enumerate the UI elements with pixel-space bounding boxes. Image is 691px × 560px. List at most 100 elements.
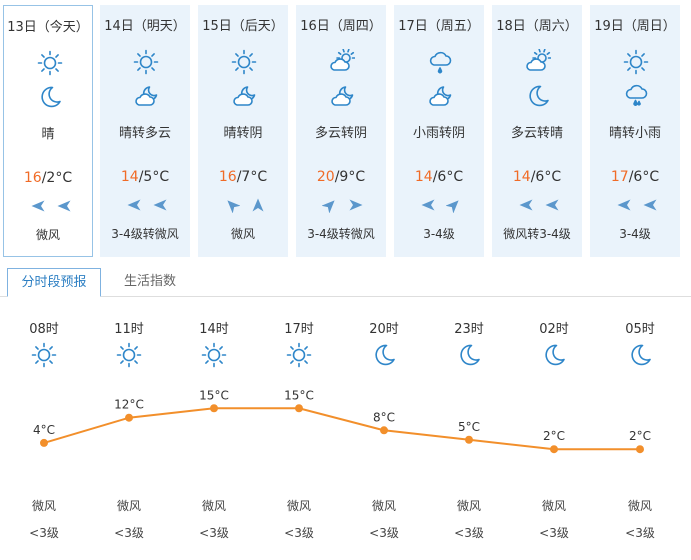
wind-directions bbox=[100, 197, 190, 215]
day-temperature: 17/6°C bbox=[610, 169, 660, 185]
hour-wind-level: <3级 bbox=[539, 526, 569, 540]
high-temp: 20 bbox=[316, 169, 335, 185]
hour-time: 11时 bbox=[114, 322, 144, 337]
hour-wind: 微风 bbox=[371, 499, 396, 513]
hour-wind-level: <3级 bbox=[369, 526, 399, 540]
high-temp: 16 bbox=[218, 169, 237, 185]
hour-wind-level: <3级 bbox=[29, 526, 59, 540]
low-temp: 9°C bbox=[339, 169, 366, 185]
cloudy-night-icon bbox=[133, 83, 159, 109]
temperature-point bbox=[465, 435, 473, 444]
low-temp: 2°C bbox=[46, 170, 73, 186]
high-temp: 14 bbox=[120, 169, 139, 185]
temperature-label: 15°C bbox=[199, 388, 229, 402]
temperature-label: 5°C bbox=[458, 420, 480, 434]
wind-arrow-icon bbox=[30, 198, 46, 214]
day-card[interactable]: 18日（周六） 多云转晴 14/6°C 微风转3-4级 bbox=[492, 5, 582, 257]
temperature-point bbox=[295, 404, 303, 413]
hour-time: 17时 bbox=[284, 322, 314, 337]
partly-cloudy-icon bbox=[329, 49, 355, 75]
light-rain-icon bbox=[427, 49, 453, 75]
wind-arrow-icon bbox=[126, 197, 142, 213]
hour-wind-level: <3级 bbox=[284, 526, 314, 540]
day-card[interactable]: 16日（周四） 多云转阴 20/9°C 3-4级转微风 bbox=[296, 5, 386, 257]
wind-directions bbox=[492, 197, 582, 215]
low-temp: 5°C bbox=[143, 169, 170, 185]
day-wind: 3-4级转微风 bbox=[111, 227, 179, 241]
tab-life-index[interactable]: 生活指数 bbox=[110, 268, 190, 296]
day-date: 17日（周五） bbox=[398, 19, 480, 34]
hourly-forecast: 4°C 12°C 15°C 15°C 8°C 5°C 2°C 2°C 08时 微风 <3级 1… bbox=[0, 300, 691, 560]
temperature-label: 2°C bbox=[543, 429, 565, 443]
wind-arrow-icon bbox=[56, 198, 72, 214]
day-wind: 3-4级转微风 bbox=[307, 227, 375, 241]
forecast-tabs: 分时段预报 生活指数 bbox=[0, 268, 691, 297]
day-weather: 晴转小雨 bbox=[608, 126, 661, 141]
high-temp: 14 bbox=[414, 169, 433, 185]
low-temp: 7°C bbox=[241, 169, 268, 185]
day-temperature: 14/6°C bbox=[512, 169, 562, 185]
temperature-label: 12°C bbox=[114, 398, 144, 412]
hour-wind: 微风 bbox=[286, 499, 311, 513]
day-temperature: 14/5°C bbox=[120, 169, 170, 185]
wind-arrow-icon bbox=[518, 197, 534, 213]
hour-wind-level: <3级 bbox=[625, 526, 655, 540]
cloudy-night-icon bbox=[329, 83, 355, 109]
day-date: 16日（周四） bbox=[300, 19, 382, 34]
sun-icon bbox=[133, 49, 159, 75]
hour-wind-level: <3级 bbox=[199, 526, 229, 540]
day-card[interactable]: 13日（今天） 晴 16/2°C 微风 bbox=[3, 5, 93, 257]
wind-arrow-icon bbox=[446, 197, 462, 213]
tab-hourly-forecast[interactable]: 分时段预报 bbox=[7, 268, 101, 297]
wind-arrow-icon bbox=[250, 197, 266, 213]
hour-wind: 微风 bbox=[627, 499, 652, 513]
hour-time: 05时 bbox=[625, 322, 655, 337]
moon-icon bbox=[37, 84, 63, 110]
high-temp: 14 bbox=[512, 169, 531, 185]
hour-wind: 微风 bbox=[456, 499, 481, 513]
wind-arrow-icon bbox=[348, 197, 364, 213]
day-weather: 多云转晴 bbox=[510, 126, 563, 141]
wind-directions bbox=[394, 197, 484, 215]
day-date: 19日（周日） bbox=[594, 19, 676, 34]
wind-arrow-icon bbox=[616, 197, 632, 213]
low-temp: 6°C bbox=[633, 169, 660, 185]
wind-arrow-icon bbox=[544, 197, 560, 213]
temperature-point bbox=[550, 445, 558, 454]
day-weather: 晴 bbox=[41, 127, 55, 142]
day-card[interactable]: 17日（周五） 小雨转阴 14/6°C 3-4级 bbox=[394, 5, 484, 257]
partly-cloudy-icon bbox=[525, 49, 551, 75]
day-weather: 小雨转阴 bbox=[412, 126, 465, 141]
temperature-line-chart: 4°C 12°C 15°C 15°C 8°C 5°C 2°C 2°C bbox=[33, 388, 651, 454]
high-temp: 16 bbox=[23, 170, 42, 186]
temperature-point bbox=[125, 413, 133, 422]
sun-icon bbox=[286, 342, 312, 368]
hour-time: 02时 bbox=[539, 322, 569, 337]
day-weather: 晴转多云 bbox=[118, 126, 171, 141]
hour-wind: 微风 bbox=[201, 499, 226, 513]
day-weather: 多云转阴 bbox=[314, 126, 367, 141]
hour-time: 23时 bbox=[454, 322, 484, 337]
temperature-point bbox=[40, 438, 48, 447]
hour-wind-level: <3级 bbox=[454, 526, 484, 540]
low-temp: 6°C bbox=[437, 169, 464, 185]
wind-arrow-icon bbox=[152, 197, 168, 213]
day-temperature: 14/6°C bbox=[414, 169, 464, 185]
hour-wind: 微风 bbox=[116, 499, 141, 513]
moon-icon bbox=[627, 342, 653, 368]
day-weather: 晴转阴 bbox=[223, 126, 263, 141]
temperature-label: 2°C bbox=[629, 429, 651, 443]
moon-icon bbox=[525, 83, 551, 109]
day-card[interactable]: 14日（明天） 晴转多云 14/5°C 3-4级转微风 bbox=[100, 5, 190, 257]
moon-icon bbox=[456, 342, 482, 368]
wind-arrow-icon bbox=[420, 197, 436, 213]
day-date: 14日（明天） bbox=[104, 19, 186, 34]
wind-directions bbox=[296, 197, 386, 215]
day-card[interactable]: 19日（周日） 晴转小雨 17/6°C 3-4级 bbox=[590, 5, 680, 257]
day-date: 15日（后天） bbox=[202, 19, 284, 34]
sun-icon bbox=[116, 342, 142, 368]
sun-icon bbox=[623, 49, 649, 75]
day-temperature: 16/2°C bbox=[23, 170, 73, 186]
day-card[interactable]: 15日（后天） 晴转阴 16/7°C 微风 bbox=[198, 5, 288, 257]
hour-time: 08时 bbox=[29, 322, 59, 337]
